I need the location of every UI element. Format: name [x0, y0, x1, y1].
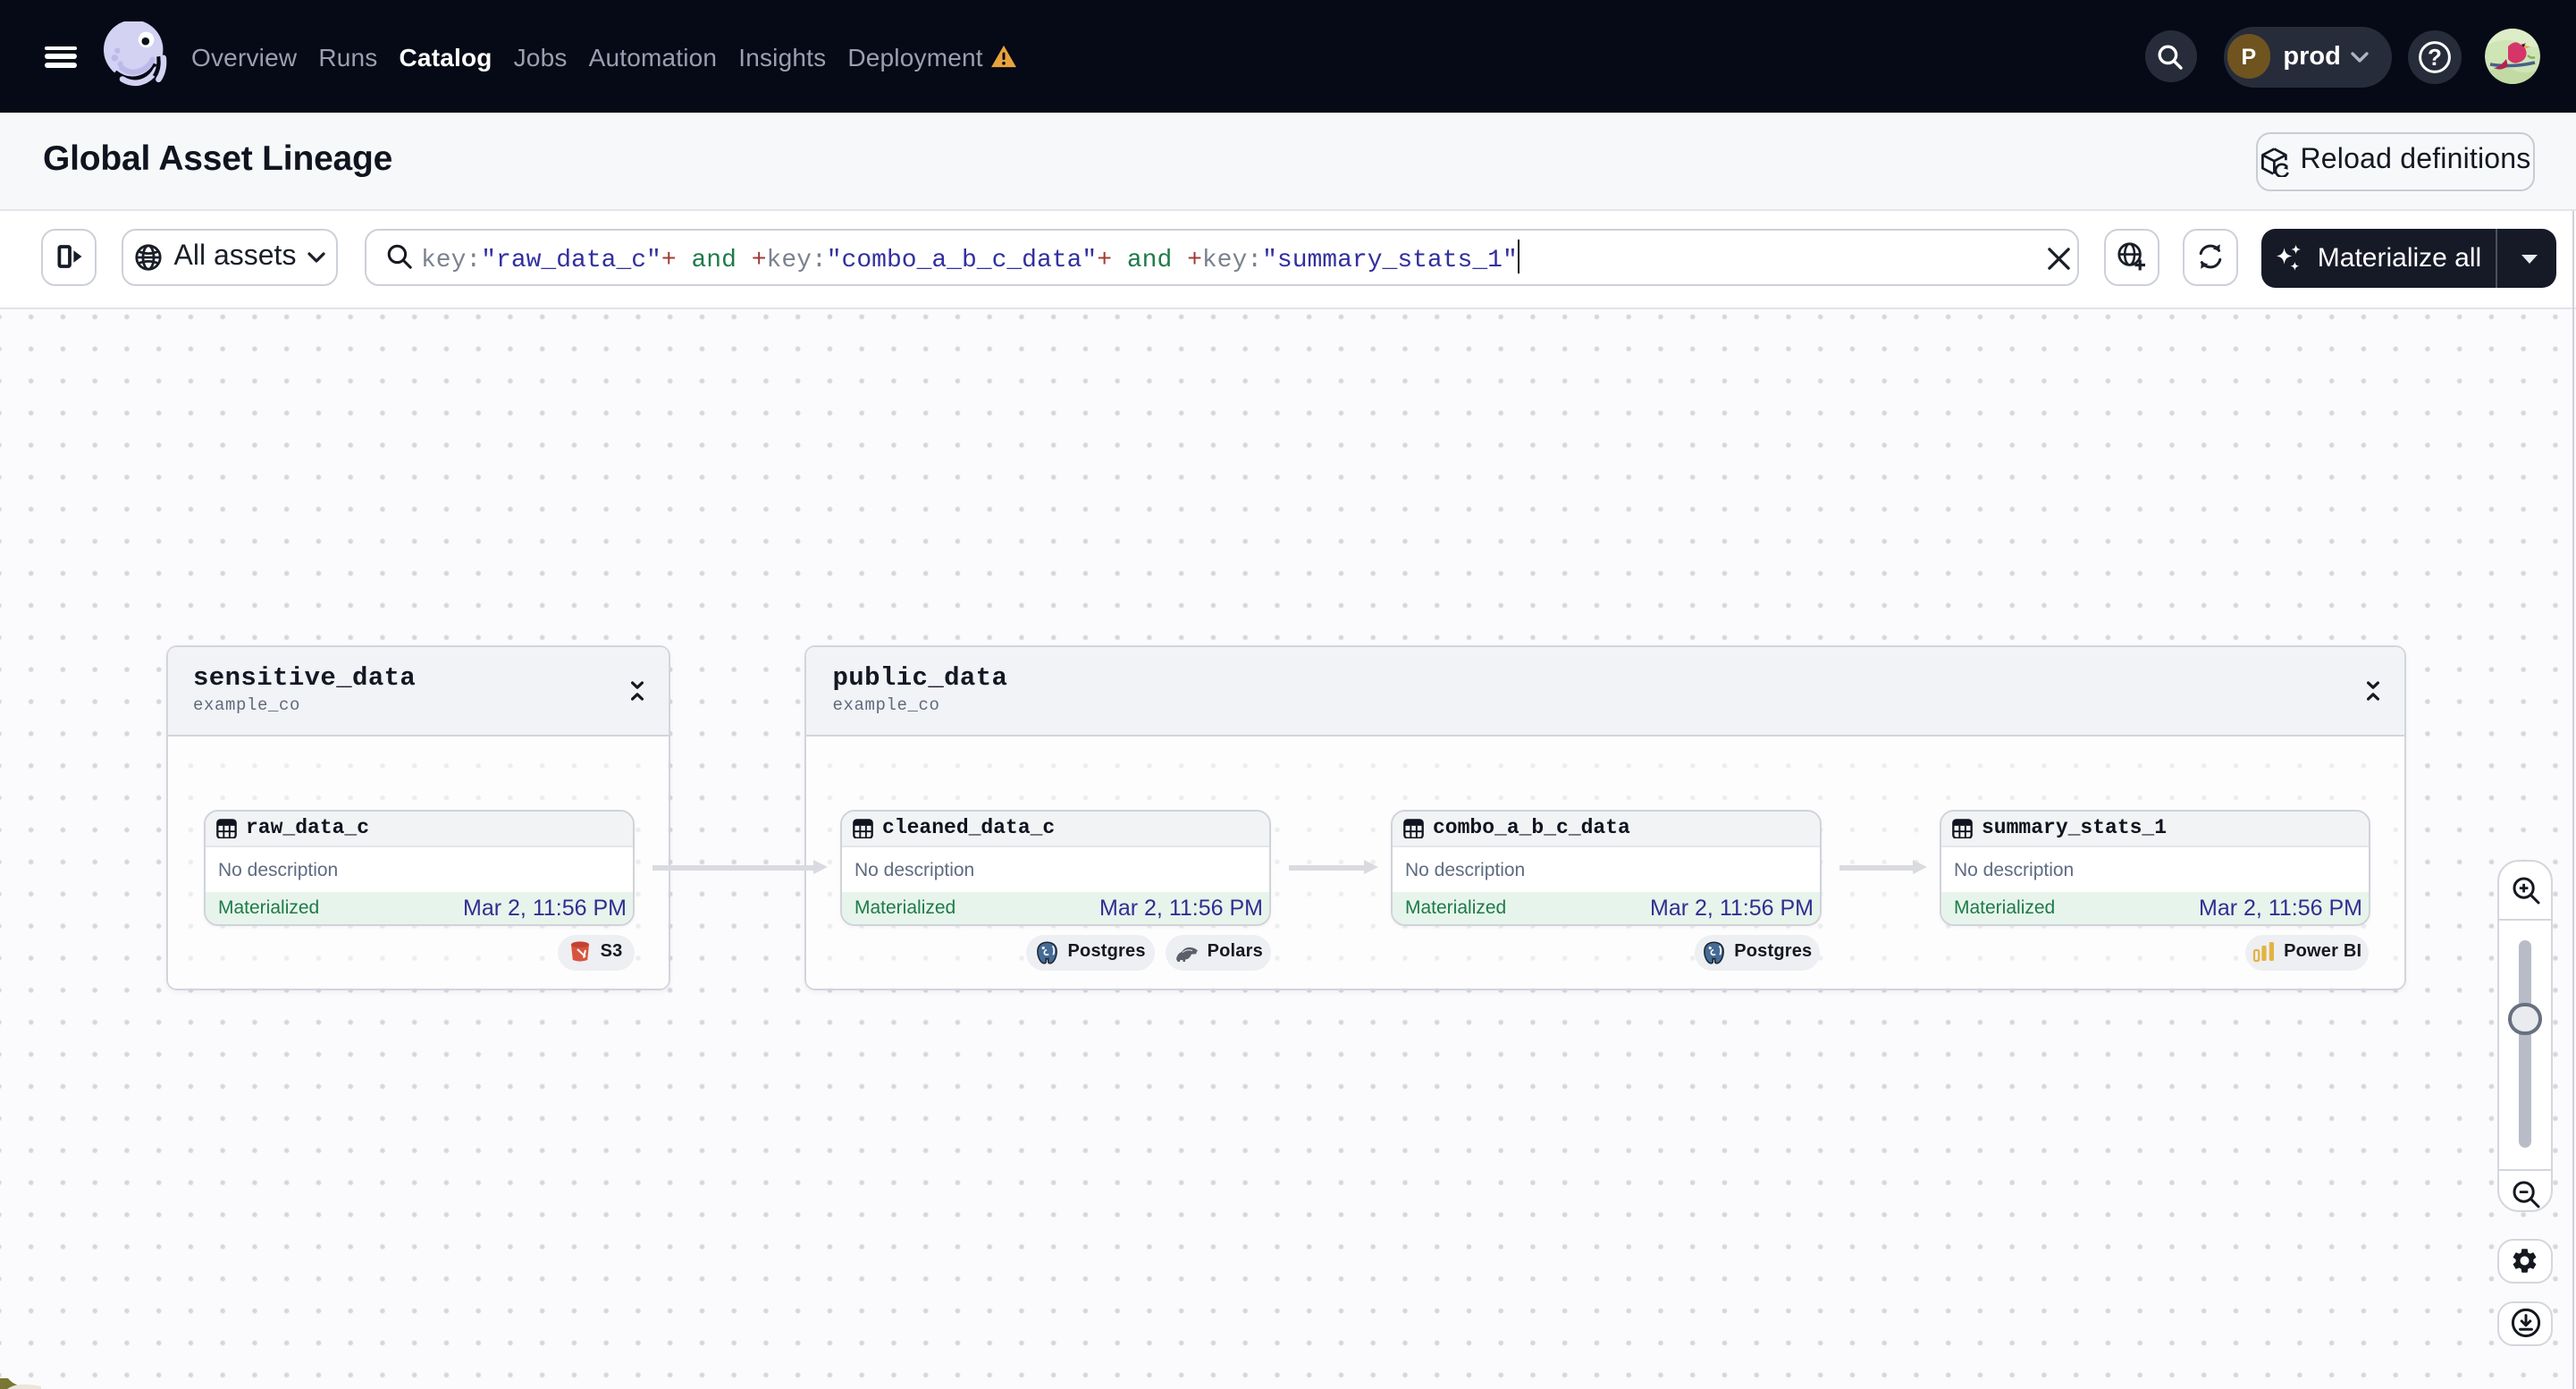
svg-text:?: ? [2427, 43, 2441, 70]
